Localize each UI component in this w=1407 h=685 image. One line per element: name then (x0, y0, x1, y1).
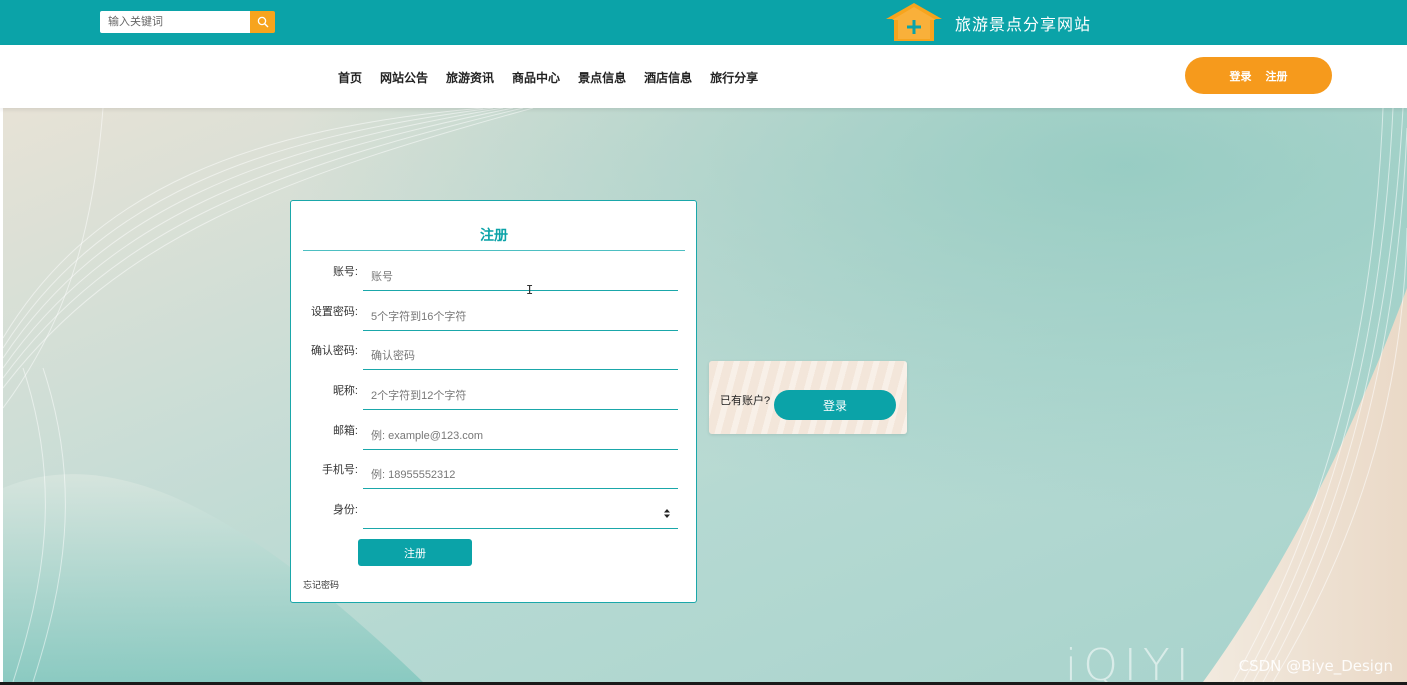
field-row-confirm-password: 确认密码: (291, 342, 698, 370)
nickname-label: 昵称: (332, 385, 358, 397)
field-row-password: 设置密码: (291, 303, 698, 331)
field-row-nickname: 昵称: (291, 382, 698, 410)
title-divider (303, 250, 685, 251)
site-title: 旅游景点分享网站 (955, 17, 1092, 34)
nav-item-announcements[interactable]: 网站公告 (380, 69, 428, 86)
role-label: 身份: (332, 504, 358, 516)
nickname-input[interactable] (363, 382, 678, 410)
header-register-link[interactable]: 注册 (1266, 68, 1288, 84)
field-row-role: 身份: (291, 501, 698, 529)
field-row-account: 账号: (291, 263, 698, 291)
account-input[interactable] (363, 263, 678, 291)
login-button[interactable]: 登录 (774, 390, 896, 420)
search-box (100, 11, 275, 33)
email-label: 邮箱: (332, 425, 358, 437)
nav-item-home[interactable]: 首页 (338, 69, 362, 86)
phone-label: 手机号: (321, 464, 358, 476)
header-login-link[interactable]: 登录 (1230, 68, 1252, 84)
phone-input[interactable] (363, 461, 678, 489)
auth-button-group: 登录 注册 (1185, 57, 1332, 94)
csdn-watermark: CSDN @Biye_Design (1238, 657, 1393, 675)
register-title: 注册 (480, 227, 508, 243)
nav-item-scenic-spots[interactable]: 景点信息 (578, 69, 626, 86)
confirm-password-input[interactable] (363, 342, 678, 370)
register-submit-button[interactable]: 注册 (358, 539, 472, 566)
nav-item-travel-news[interactable]: 旅游资讯 (446, 69, 494, 86)
search-icon (257, 16, 268, 28)
main-nav: 首页 网站公告 旅游资讯 商品中心 景点信息 酒店信息 旅行分享 (338, 69, 776, 86)
house-logo-icon (886, 3, 942, 41)
role-select[interactable] (363, 501, 678, 529)
nav-bar: 首页 网站公告 旅游资讯 商品中心 景点信息 酒店信息 旅行分享 登录 注册 (0, 45, 1407, 108)
text-cursor-icon: I (526, 283, 534, 297)
login-prompt-card: 已有账户? 登录 (709, 361, 907, 434)
password-input[interactable] (363, 303, 678, 331)
field-row-phone: 手机号: (291, 461, 698, 489)
forgot-password-link[interactable]: 忘记密码 (303, 578, 339, 591)
search-button[interactable] (250, 11, 275, 33)
password-label: 设置密码: (310, 306, 358, 318)
account-label: 账号: (332, 266, 358, 278)
select-arrows-icon (664, 509, 670, 520)
nav-item-products[interactable]: 商品中心 (512, 69, 560, 86)
register-card: 注册 账号: 设置密码: 确认密码: 昵称: 邮箱: 手机号: 身份: 注册 忘… (290, 200, 697, 603)
nav-item-travel-share[interactable]: 旅行分享 (710, 69, 758, 86)
field-row-email: 邮箱: (291, 422, 698, 450)
left-edge (0, 108, 3, 685)
page-background (3, 108, 1407, 682)
nav-item-hotels[interactable]: 酒店信息 (644, 69, 692, 86)
email-input[interactable] (363, 422, 678, 450)
top-bar: 旅游景点分享网站 (0, 0, 1407, 45)
iqiyi-watermark: iQIYI (1065, 640, 1195, 685)
search-input[interactable] (100, 11, 250, 33)
confirm-password-label: 确认密码: (310, 345, 358, 357)
login-prompt-text: 已有账户? (720, 395, 771, 407)
